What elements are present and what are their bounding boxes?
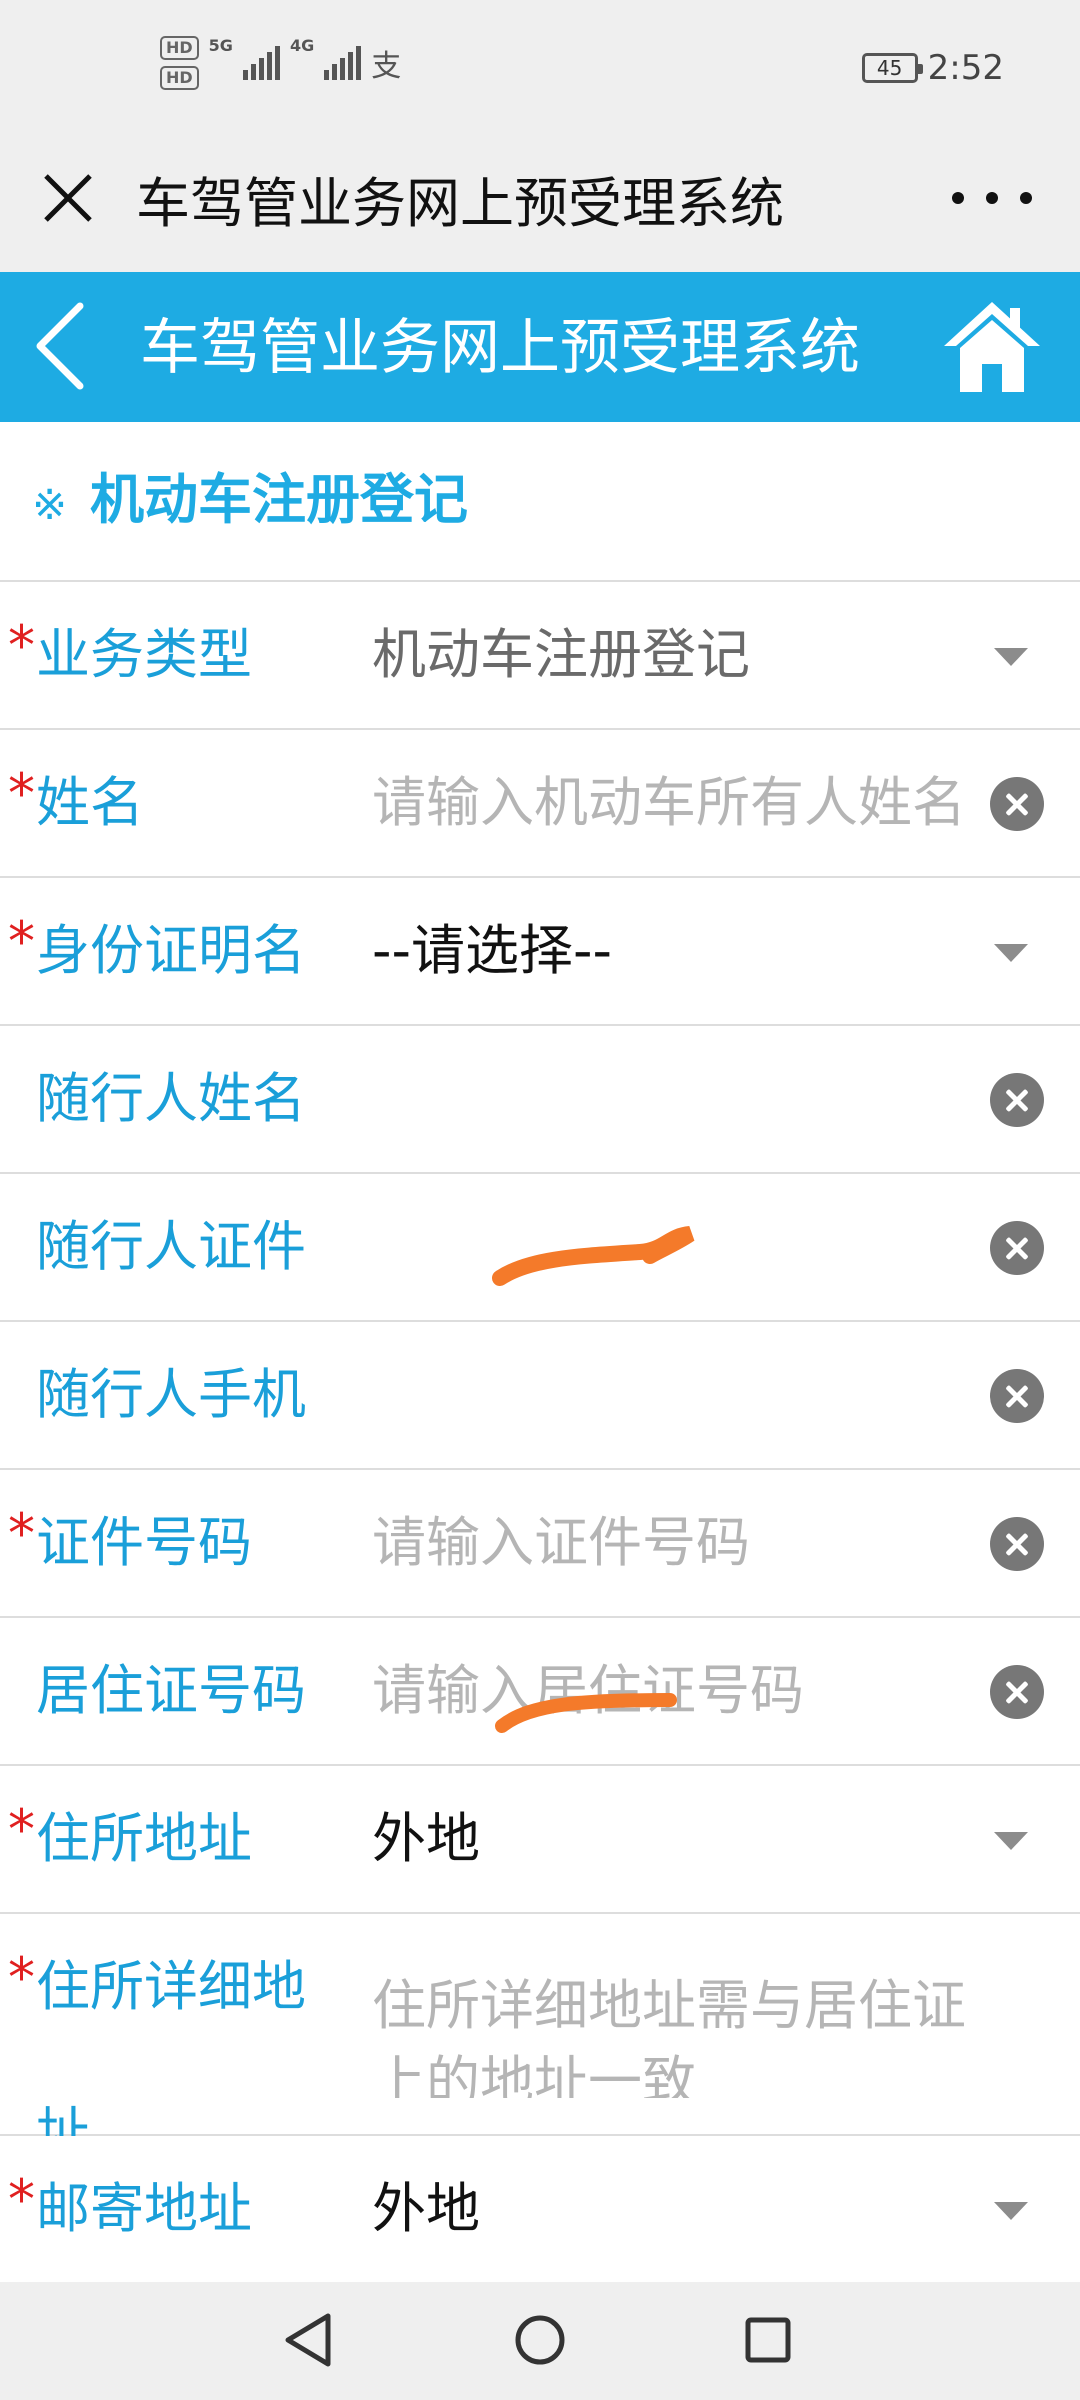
companion-phone-label: 随行人手机 [36,1363,306,1426]
id-type-select[interactable]: --请选择-- [372,916,612,986]
required-mark: * [8,1502,35,1565]
navigation-bar [0,2282,1080,2400]
address-detail-placeholder-2: 上的地址一致 [372,2050,696,2098]
companion-id-row: 随行人证件 [0,1174,1080,1322]
clear-icon[interactable] [990,1073,1044,1127]
required-mark: * [8,762,35,825]
owner-name-input[interactable]: 请输入机动车所有人姓名 [372,768,1032,838]
chevron-down-icon[interactable] [994,1832,1028,1850]
required-mark: * [8,1946,35,2009]
hd-badge-1: HD [160,36,199,60]
required-mark: * [8,1798,35,1861]
page-title: 车驾管业务网上预受理系统 [140,313,860,383]
section-marker-icon: ※ [32,480,68,529]
residence-permit-label: 居住证号码 [36,1659,306,1722]
owner-name-row: * 姓名 请输入机动车所有人姓名 [0,730,1080,878]
signal-icon [242,46,280,80]
clear-icon[interactable] [990,777,1044,831]
mail-address-label: 邮寄地址 [36,2177,252,2240]
clear-icon[interactable] [990,1517,1044,1571]
address-detail-textarea[interactable]: 住所详细地址需与居住证 上的地址一致 [372,1968,1042,2098]
alipay-icon: 支 [371,49,402,84]
address-row[interactable]: * 住所地址 外地 [0,1766,1080,1914]
status-icons-right: 45 2:52 [861,48,1004,88]
companion-name-input[interactable] [372,1064,972,1134]
mail-address-select[interactable]: 外地 [372,2174,480,2244]
clear-icon[interactable] [990,1665,1044,1719]
id-type-row[interactable]: * 身份证明名 --请选择-- [0,878,1080,1026]
hd-badge-2: HD [160,66,199,90]
address-select[interactable]: 外地 [372,1804,480,1874]
address-detail-label: 住所详细地 [36,1955,306,2018]
mail-address-row[interactable]: * 邮寄地址 外地 [0,2136,1080,2282]
app-title-bar: 车驾管业务网上预受理系统 [0,136,1080,272]
status-bar: HD HD 5G 4G 支 45 2:52 [0,0,1080,136]
network-4g-label: 4G [289,36,315,55]
companion-id-label: 随行人证件 [36,1215,306,1278]
page-header: 车驾管业务网上预受理系统 [0,272,1080,422]
residence-permit-row: 居住证号码 请输入居住证号码 [0,1618,1080,1766]
nav-back-icon[interactable] [272,2304,344,2376]
business-type-label: 业务类型 [36,623,252,686]
required-mark: * [8,2168,35,2231]
clock: 2:52 [927,48,1004,88]
battery-icon: 45 [861,53,923,83]
companion-name-row: 随行人姓名 [0,1026,1080,1174]
clear-icon[interactable] [990,1369,1044,1423]
home-icon[interactable] [940,296,1044,400]
address-label: 住所地址 [36,1807,252,1870]
status-icons-left: HD HD 5G 4G 支 [160,36,401,90]
id-number-input[interactable]: 请输入证件号码 [372,1508,750,1578]
business-type-row[interactable]: * 业务类型 机动车注册登记 [0,582,1080,730]
nav-home-icon[interactable] [504,2304,576,2376]
chevron-down-icon[interactable] [994,648,1028,666]
required-mark: * [8,910,35,973]
close-icon[interactable] [36,166,100,230]
chevron-down-icon[interactable] [994,2202,1028,2220]
clear-icon[interactable] [990,1221,1044,1275]
back-icon[interactable] [30,300,90,392]
section-title: 机动车注册登记 [90,468,468,531]
companion-phone-input[interactable] [372,1360,972,1430]
companion-id-input[interactable] [372,1212,972,1282]
business-type-select[interactable]: 机动车注册登记 [372,620,750,690]
id-type-label: 身份证明名 [36,919,306,982]
address-detail-placeholder-1: 住所详细地址需与居住证 [372,1974,966,2037]
window-title: 车驾管业务网上预受理系统 [136,172,784,235]
companion-name-label: 随行人姓名 [36,1067,306,1130]
battery-level: 45 [876,56,903,80]
nav-recents-icon[interactable] [732,2304,804,2376]
section-header: ※ 机动车注册登记 [0,422,1080,582]
id-number-label: 证件号码 [36,1511,252,1574]
owner-name-label: 姓名 [36,771,144,834]
chevron-down-icon[interactable] [994,944,1028,962]
hd-indicators: HD HD [160,36,199,90]
signal-icon-2 [324,46,362,80]
network-5g-label: 5G [208,36,233,55]
residence-permit-input[interactable]: 请输入居住证号码 [372,1656,804,1726]
more-icon[interactable] [952,166,1032,230]
address-detail-row: * 住所详细地 址 住所详细地址需与居住证 上的地址一致 [0,1914,1080,2164]
required-mark: * [8,614,35,677]
companion-phone-row: 随行人手机 [0,1322,1080,1470]
id-number-row: * 证件号码 请输入证件号码 [0,1470,1080,1618]
